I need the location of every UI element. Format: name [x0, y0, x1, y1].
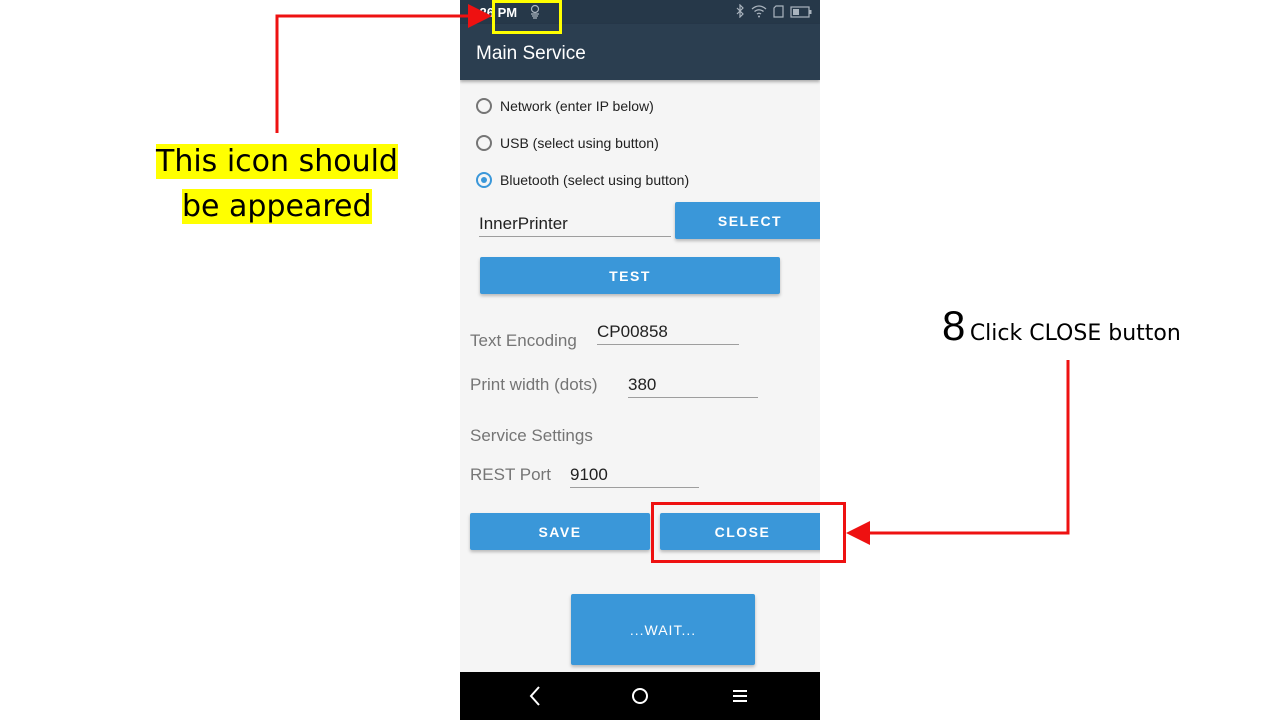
step-callout: 8 Click CLOSE button — [942, 302, 1181, 350]
icon-callout-arrow — [275, 4, 492, 133]
annotation-arrows — [275, 4, 1070, 545]
icon-callout-line2: be appeared — [182, 189, 372, 224]
icon-callout-line1: This icon should — [156, 144, 398, 179]
step-text: Click CLOSE button — [969, 321, 1181, 346]
step-number: 8 — [942, 302, 966, 349]
close-callout-arrow — [846, 360, 1070, 545]
close-highlight-box — [651, 502, 846, 563]
